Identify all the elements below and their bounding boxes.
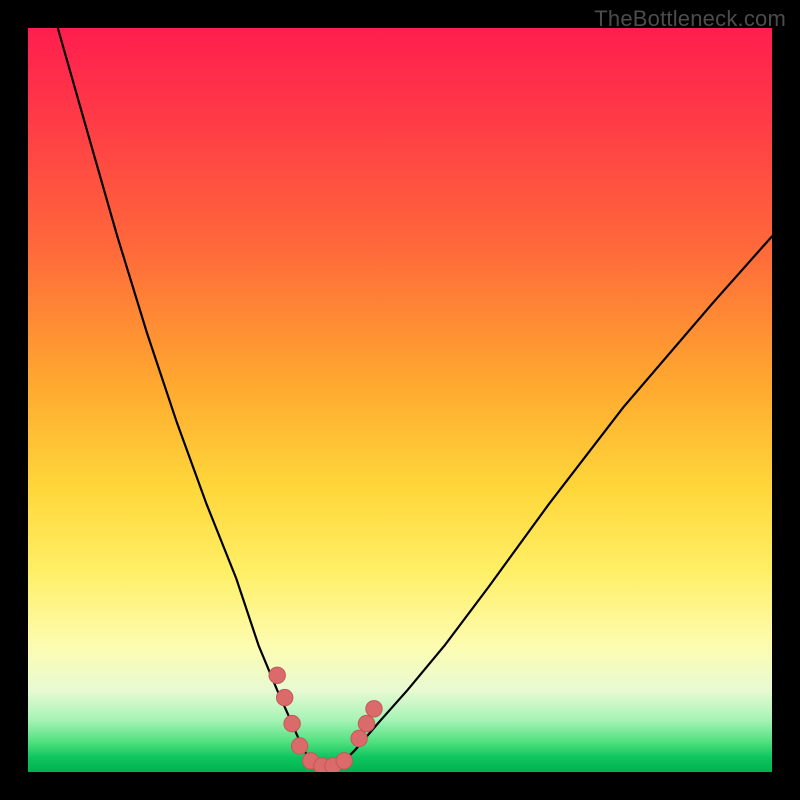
highlight-markers	[269, 667, 382, 772]
watermark-text: TheBottleneck.com	[594, 6, 786, 32]
bottleneck-curve	[58, 28, 772, 768]
curve-layer	[28, 28, 772, 772]
plot-area	[28, 28, 772, 772]
marker-dot	[291, 738, 307, 754]
marker-dot	[336, 753, 352, 769]
marker-dot	[269, 667, 285, 683]
marker-dot	[358, 715, 374, 731]
marker-dot	[277, 689, 293, 705]
chart-frame: TheBottleneck.com	[0, 0, 800, 800]
marker-dot	[284, 715, 300, 731]
marker-dot	[366, 701, 382, 717]
marker-dot	[351, 730, 367, 746]
